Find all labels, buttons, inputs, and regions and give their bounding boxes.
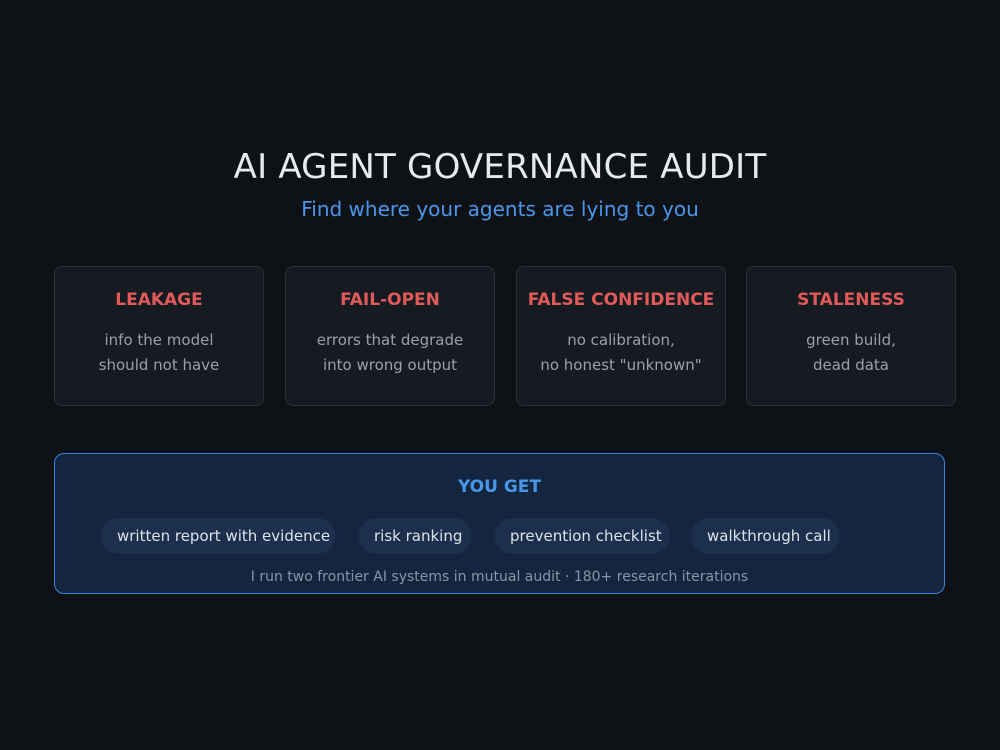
deliverable-chip-walkthrough: walkthrough call xyxy=(691,518,840,554)
you-get-footnote: I run two frontier AI systems in mutual … xyxy=(250,569,749,585)
risk-card-desc-line: no calibration, xyxy=(567,331,675,349)
risk-card-desc-line: info the model xyxy=(104,331,214,349)
risk-card-description: green build, dead data xyxy=(747,328,955,378)
risk-card-title: STALENESS xyxy=(797,290,905,310)
risk-card-staleness: STALENESS green build, dead data xyxy=(746,266,956,406)
risk-card-title: LEAKAGE xyxy=(115,290,203,310)
you-get-panel: YOU GET written report with evidence ris… xyxy=(54,453,945,594)
deliverable-chip-risk-ranking: risk ranking xyxy=(358,518,472,554)
risk-card-title: FAIL-OPEN xyxy=(340,290,440,310)
risk-card-title: FALSE CONFIDENCE xyxy=(527,290,715,310)
risk-card-desc-line: should not have xyxy=(98,356,220,374)
risk-card-desc-line: dead data xyxy=(812,356,890,374)
risk-card-description: info the model should not have xyxy=(55,328,263,378)
page-title: AI AGENT GOVERNANCE AUDIT xyxy=(233,147,767,187)
risk-card-desc-line: no honest "unknown" xyxy=(540,356,702,374)
risk-card-description: no calibration, no honest "unknown" xyxy=(517,328,725,378)
deliverable-chip-checklist: prevention checklist xyxy=(494,518,670,554)
risk-card-desc-line: green build, xyxy=(806,331,896,349)
risk-card-description: errors that degrade into wrong output xyxy=(286,328,494,378)
risk-card-desc-line: into wrong output xyxy=(322,356,458,374)
risk-card-leakage: LEAKAGE info the model should not have xyxy=(54,266,264,406)
deliverable-chip-report: written report with evidence xyxy=(101,518,335,554)
risk-card-desc-line: errors that degrade xyxy=(316,331,464,349)
you-get-title: YOU GET xyxy=(457,477,542,497)
page-subtitle: Find where your agents are lying to you xyxy=(301,197,699,221)
risk-card-fail-open: FAIL-OPEN errors that degrade into wrong… xyxy=(285,266,495,406)
risk-card-false-confidence: FALSE CONFIDENCE no calibration, no hone… xyxy=(516,266,726,406)
